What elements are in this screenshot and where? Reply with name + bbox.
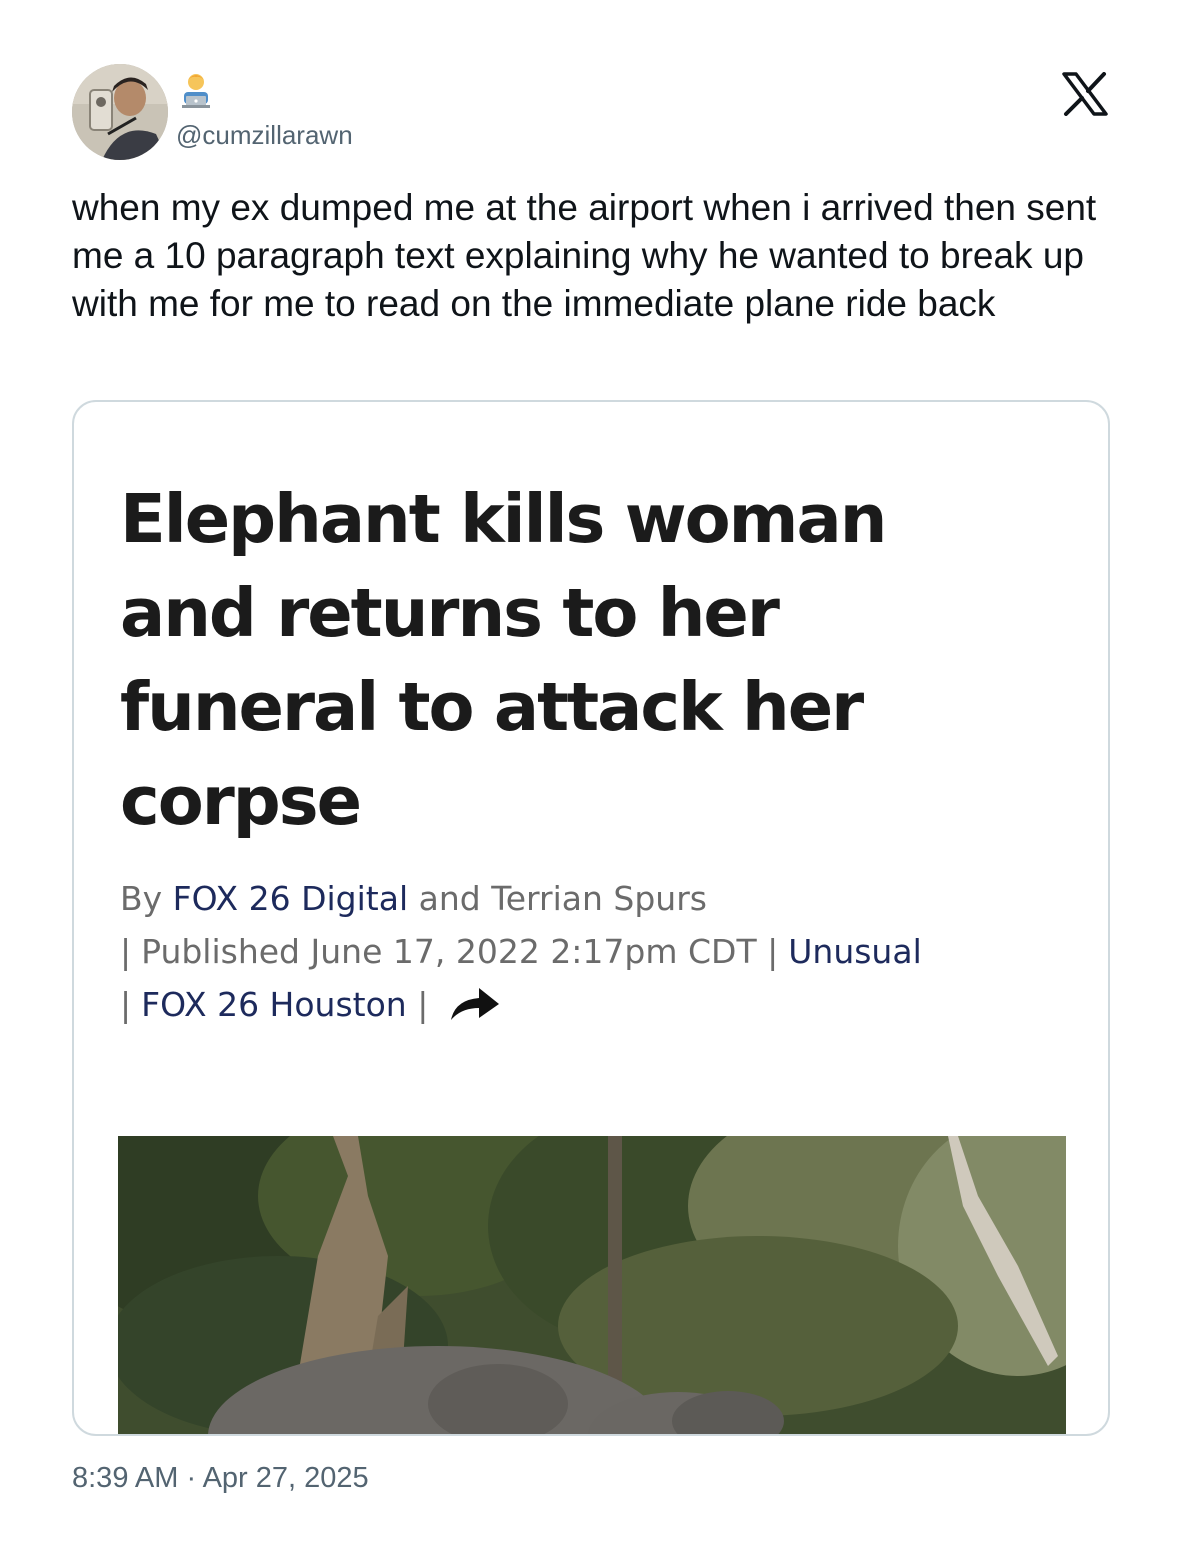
share-arrow-icon[interactable] — [449, 984, 501, 1020]
separator: | — [767, 932, 779, 971]
user-handle[interactable]: @cumzillarawn — [176, 120, 353, 151]
article-headline: Elephant kills woman and returns to her … — [120, 480, 887, 840]
elephants-in-forest-image — [118, 1136, 1066, 1434]
avatar[interactable] — [72, 64, 168, 160]
technologist-emoji-icon — [176, 70, 216, 110]
published-label: Published — [141, 932, 301, 971]
published-date: June 17, 2022 2:17pm CDT — [310, 932, 757, 971]
byline-line-1: By FOX 26 Digital and Terrian Spurs — [120, 872, 1040, 925]
separator: | — [120, 932, 132, 971]
avatar-photo — [72, 64, 168, 160]
byline-coauthor: and Terrian Spurs — [418, 879, 707, 918]
byline-line-2: | Published June 17, 2022 2:17pm CDT | Unu… — [120, 925, 1040, 978]
author-link[interactable]: FOX 26 Digital — [173, 879, 408, 918]
tweet-timestamp[interactable]: 8:39 AM · Apr 27, 2025 — [72, 1462, 369, 1495]
media-card[interactable]: Elephant kills woman and returns to her … — [72, 400, 1110, 1436]
byline-line-3: | FOX 26 Houston | — [120, 978, 1040, 1031]
separator: | — [120, 985, 132, 1024]
article-byline: By FOX 26 Digital and Terrian Spurs | Pub… — [120, 872, 1040, 1031]
article-photo — [118, 1136, 1066, 1434]
category-link[interactable]: Unusual — [788, 932, 921, 971]
station-link[interactable]: FOX 26 Houston — [141, 985, 407, 1024]
separator: | — [417, 985, 429, 1024]
tweet-header: @cumzillarawn — [72, 64, 1108, 164]
byline-by: By — [120, 879, 163, 918]
tweet-text: when my ex dumped me at the airport when… — [72, 187, 1097, 324]
x-logo-icon[interactable] — [1062, 72, 1108, 116]
